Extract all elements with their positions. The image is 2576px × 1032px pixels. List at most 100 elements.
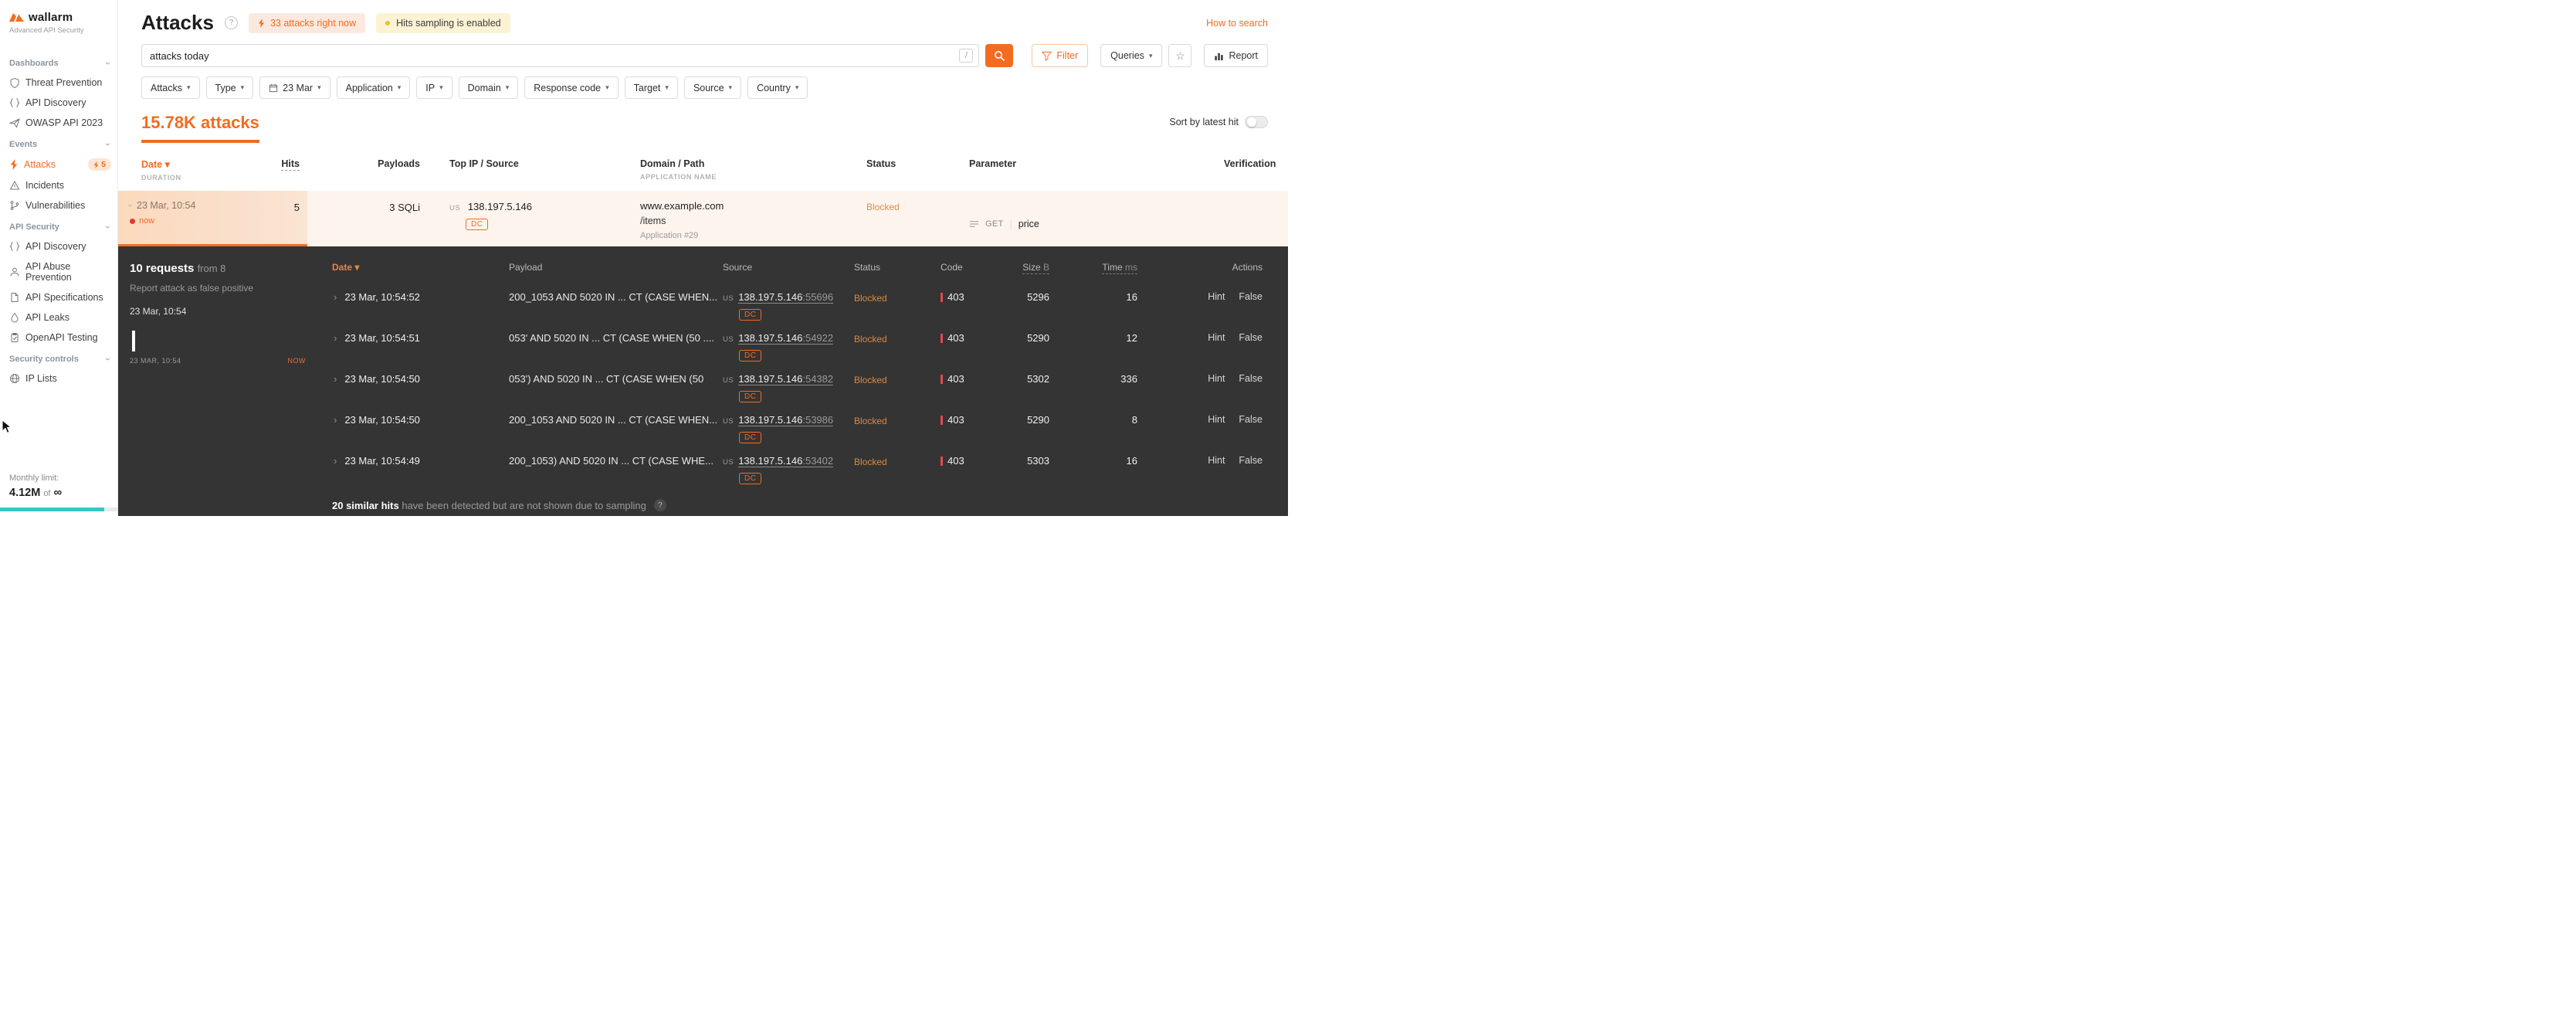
filter-chip-type[interactable]: Type ▾ (205, 76, 254, 99)
datacenter-tag[interactable]: DC (739, 473, 762, 484)
search-input[interactable] (141, 44, 980, 67)
datacenter-tag[interactable]: DC (466, 219, 489, 230)
sort-by-latest-hit: Sort by latest hit (1169, 116, 1268, 128)
sidebar: wallarm Advanced API Security Dashboards… (0, 0, 118, 516)
sidebar-item-attacks[interactable]: Attacks 5 (9, 158, 117, 171)
chevron-right-icon[interactable]: › (334, 455, 337, 467)
chevron-down-icon: ▾ (665, 83, 669, 91)
brand-logo[interactable]: wallarm (9, 11, 117, 24)
attack-payloads[interactable]: 3 SQLi (307, 191, 423, 246)
search-button[interactable] (985, 44, 1014, 67)
sidebar-item-api-discovery-2[interactable]: API Discovery (9, 241, 117, 252)
attack-domain-cell: www.example.com /items Application #29 (640, 191, 866, 246)
hit-source: US 138.197.5.146:54382 DC (723, 373, 834, 402)
hint-link[interactable]: Hint (1208, 373, 1225, 384)
queries-dropdown[interactable]: Queries ▾ (1100, 44, 1163, 67)
hit-row[interactable]: › 23 Mar, 10:54:50 053') AND 5020 IN ... … (332, 364, 1288, 405)
sidebar-section-api-security[interactable]: API Security › (9, 222, 117, 232)
sidebar-item-openapi-testing[interactable]: OpenAPI Testing (9, 332, 117, 343)
hit-response-code: 403 (941, 332, 1010, 344)
sidebar-item-api-leaks[interactable]: API Leaks (9, 312, 117, 323)
filter-button[interactable]: Filter (1032, 44, 1089, 67)
sidebar-item-threat-prevention[interactable]: Threat Prevention (9, 77, 117, 88)
page-help-icon[interactable]: ? (224, 16, 238, 29)
sidebar-item-vulnerabilities[interactable]: Vulnerabilities (9, 200, 117, 211)
hit-ip-link[interactable]: 138.197.5.146:53402 (738, 455, 834, 467)
filter-chip-response-code[interactable]: Response code ▾ (524, 76, 619, 99)
hit-row[interactable]: › 23 Mar, 10:54:49 200_1053) AND 5020 IN … (332, 446, 1288, 487)
hits-column-actions: Actions (1232, 262, 1263, 273)
datacenter-tag[interactable]: DC (739, 391, 762, 402)
hits-column-time[interactable]: Time ms (1068, 262, 1157, 274)
hint-link[interactable]: Hint (1208, 414, 1225, 425)
datacenter-tag[interactable]: DC (739, 432, 762, 443)
hit-time: 16 (1126, 455, 1137, 467)
sidebar-item-api-discovery[interactable]: API Discovery (9, 97, 117, 108)
hits-column-date[interactable]: Date ▾ (332, 262, 509, 273)
column-header-date[interactable]: Date ▾ (141, 158, 181, 170)
sidebar-item-api-specifications[interactable]: API Specifications (9, 292, 117, 303)
hint-link[interactable]: Hint (1208, 291, 1225, 302)
chevron-right-icon[interactable]: › (334, 373, 337, 385)
chevron-down-icon: › (103, 143, 114, 146)
attack-row-expanded[interactable]: › 23 Mar, 10:54 now 5 3 SQLi US 138.197.… (118, 191, 1288, 246)
hit-ip-link[interactable]: 138.197.5.146:55696 (738, 291, 834, 304)
sidebar-section-security-controls[interactable]: Security controls › (9, 355, 117, 364)
false-positive-link[interactable]: False (1239, 414, 1263, 425)
column-header-hits[interactable]: Hits (281, 158, 300, 182)
page-header: Attacks ? 33 attacks right now Hits samp… (118, 0, 1288, 35)
user-icon (10, 267, 19, 277)
datacenter-tag[interactable]: DC (739, 309, 762, 321)
sidebar-item-ip-lists[interactable]: IP Lists (9, 373, 117, 384)
chevron-right-icon[interactable]: › (334, 332, 337, 345)
error-bar-icon (941, 415, 943, 425)
sidebar-item-api-abuse-prevention[interactable]: API Abuse Prevention (9, 261, 117, 283)
sidebar-item-incidents[interactable]: Incidents (9, 180, 117, 191)
attack-path[interactable]: /items (640, 216, 866, 226)
false-positive-link[interactable]: False (1239, 373, 1263, 384)
filter-chip-source[interactable]: Source ▾ (683, 76, 742, 99)
attack-date[interactable]: › 23 Mar, 10:54 (125, 200, 195, 211)
hit-ip-link[interactable]: 138.197.5.146:54382 (738, 373, 834, 385)
hits-column-status: Status (854, 262, 881, 273)
hits-column-size[interactable]: Size B (1010, 262, 1068, 274)
branch-icon (10, 201, 19, 210)
how-to-search-link[interactable]: How to search (1206, 18, 1268, 29)
false-positive-link[interactable]: False (1239, 455, 1263, 466)
search-icon (994, 50, 1005, 61)
filter-chip-domain[interactable]: Domain ▾ (458, 76, 519, 99)
paper-plane-icon (9, 118, 20, 128)
favorite-star-button[interactable]: ☆ (1168, 44, 1192, 67)
false-positive-link[interactable]: False (1239, 291, 1263, 302)
filter-chip-application[interactable]: Application ▾ (336, 76, 411, 99)
filter-chip-date[interactable]: 23 Mar ▾ (259, 76, 330, 99)
hit-ip-link[interactable]: 138.197.5.146:54922 (738, 332, 834, 345)
error-bar-icon (941, 333, 943, 343)
attack-domain[interactable]: www.example.com (640, 200, 866, 212)
report-button[interactable]: Report (1204, 44, 1268, 67)
chevron-down-icon: ▾ (317, 83, 321, 91)
chevron-right-icon[interactable]: › (334, 414, 337, 426)
hint-link[interactable]: Hint (1208, 332, 1225, 343)
filter-chip-attacks[interactable]: Attacks ▾ (141, 76, 200, 99)
hit-row[interactable]: › 23 Mar, 10:54:50 200_1053 AND 5020 IN .… (332, 405, 1288, 446)
hint-link[interactable]: Hint (1208, 455, 1225, 466)
filter-chip-ip[interactable]: IP ▾ (416, 76, 452, 99)
hit-ip-link[interactable]: 138.197.5.146:53986 (738, 414, 834, 426)
hit-row[interactable]: › 23 Mar, 10:54:52 200_1053 AND 5020 IN .… (332, 282, 1288, 323)
sidebar-item-owasp-api-2023[interactable]: OWASP API 2023 (9, 117, 117, 128)
column-header-status: Status (866, 158, 897, 169)
chevron-right-icon[interactable]: › (334, 291, 337, 304)
report-false-positive-link[interactable]: Report attack as false positive (130, 283, 318, 294)
false-positive-link[interactable]: False (1239, 332, 1263, 343)
datacenter-tag[interactable]: DC (739, 350, 762, 362)
help-icon[interactable]: ? (653, 499, 666, 511)
sort-toggle[interactable] (1245, 116, 1268, 128)
filter-chip-country[interactable]: Country ▾ (747, 76, 808, 99)
requests-count: 10 requests from 8 (130, 262, 226, 275)
sidebar-section-dashboards[interactable]: Dashboards › (9, 59, 117, 68)
hit-row[interactable]: › 23 Mar, 10:54:51 053' AND 5020 IN ... C… (332, 323, 1288, 364)
attack-source-ip[interactable]: 138.197.5.146 (468, 201, 532, 212)
filter-chip-target[interactable]: Target ▾ (624, 76, 678, 99)
sidebar-section-events[interactable]: Events › (9, 140, 117, 149)
